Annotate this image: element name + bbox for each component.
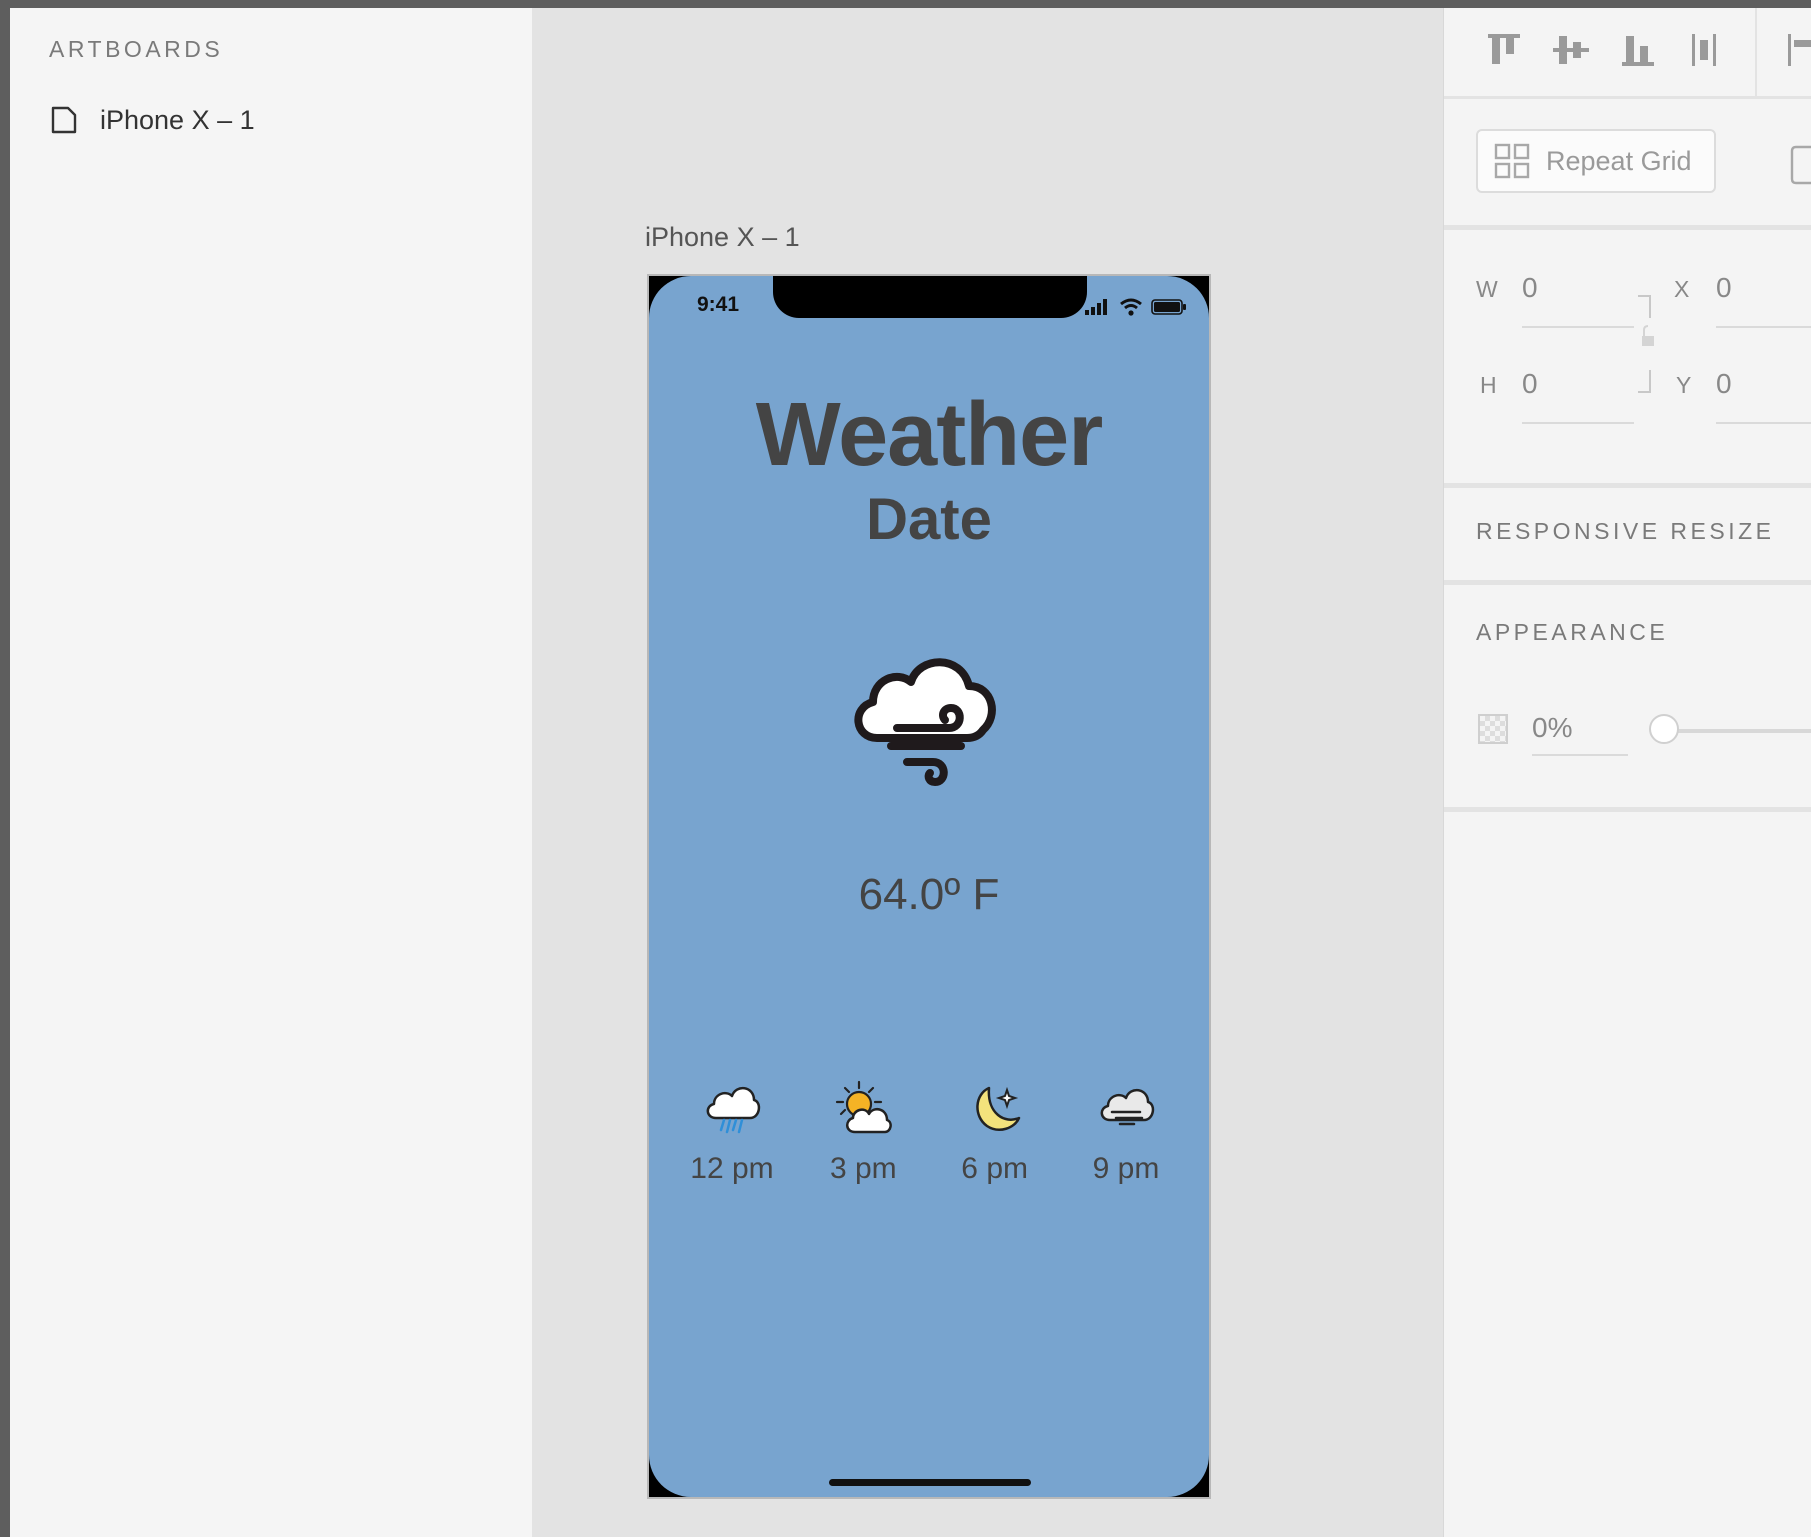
- app-window: ARTBOARDS iPhone X – 1 iPhone X – 1 9:41: [10, 8, 1811, 1537]
- hourly-time: 6 pm: [961, 1152, 1028, 1185]
- transform-section: W 0 H 0 X 0 Y 0: [1444, 230, 1811, 488]
- height-field[interactable]: 0: [1522, 368, 1538, 400]
- status-icons: [1085, 298, 1187, 316]
- signal-icon: [1085, 299, 1107, 315]
- width-field[interactable]: 0: [1522, 272, 1538, 304]
- phone-notch: [773, 276, 1087, 318]
- property-inspector: Repeat Grid W 0 H 0 X 0 Y 0 RESPONSIVE R…: [1443, 8, 1811, 1537]
- hourly-time: 9 pm: [1092, 1152, 1160, 1185]
- battery-icon: [1151, 299, 1186, 315]
- repeat-grid-button[interactable]: Repeat Grid: [1476, 129, 1716, 193]
- align-left-icon[interactable]: [1784, 30, 1811, 70]
- hourly-item: 12 pm: [677, 1080, 787, 1186]
- align-toolbar: [1444, 8, 1811, 99]
- hourly-item: 9 pm: [1071, 1080, 1181, 1186]
- y-label: Y: [1676, 372, 1692, 398]
- toolbar-divider: [1755, 8, 1757, 96]
- rain-cloud-icon: [706, 1087, 761, 1134]
- responsive-resize-section[interactable]: RESPONSIVE RESIZE: [1444, 488, 1811, 585]
- moon-star-icon: [975, 1086, 1020, 1131]
- opacity-slider-track[interactable]: [1656, 729, 1811, 733]
- height-underline: [1522, 422, 1634, 424]
- partly-sunny-icon: [836, 1080, 893, 1134]
- layers-panel: ARTBOARDS iPhone X – 1: [10, 8, 532, 1537]
- lock-aspect-icon[interactable]: [1634, 294, 1656, 402]
- home-indicator: [829, 1479, 1031, 1486]
- document-icon: [51, 106, 77, 134]
- cloud-wind-icon: [854, 658, 996, 786]
- weather-date: Date: [866, 487, 992, 552]
- hourly-forecast: 12 pm 3 pm 6 pm 9 pm: [677, 1080, 1181, 1186]
- phone-screen: 9:41 Weather Date 64.0º F 12 pm 3 pm 6 p…: [649, 276, 1209, 1497]
- opacity-slider-knob[interactable]: [1649, 714, 1679, 744]
- opacity-icon: [1478, 714, 1508, 744]
- hourly-item: 3 pm: [808, 1080, 918, 1186]
- width-underline: [1522, 326, 1634, 328]
- width-label: W: [1476, 276, 1498, 302]
- artboard-iphone-x[interactable]: 9:41 Weather Date 64.0º F 12 pm 3 pm 6 p…: [647, 274, 1211, 1499]
- artboards-heading: ARTBOARDS: [49, 36, 224, 62]
- x-field[interactable]: 0: [1716, 272, 1732, 304]
- temperature: 64.0º F: [858, 870, 1000, 919]
- mask-icon[interactable]: [1790, 145, 1811, 185]
- artboard-list-item-label: iPhone X – 1: [100, 104, 255, 135]
- repeat-grid-label: Repeat Grid: [1546, 145, 1692, 176]
- grid-icon: [1494, 143, 1530, 179]
- opacity-underline: [1532, 754, 1628, 756]
- appearance-section: APPEARANCE: [1444, 585, 1811, 812]
- opacity-field[interactable]: 0%: [1532, 712, 1572, 744]
- align-top-icon[interactable]: [1484, 30, 1524, 70]
- appearance-heading: APPEARANCE: [1476, 619, 1669, 645]
- weather-title: Weather: [755, 385, 1103, 485]
- design-canvas[interactable]: iPhone X – 1 9:41 Weather Date 64.0º F 1…: [532, 8, 1443, 1537]
- x-underline: [1716, 326, 1811, 328]
- repeat-grid-section: Repeat Grid: [1444, 99, 1811, 230]
- y-underline: [1716, 422, 1811, 424]
- windy-cloud-icon: [1100, 1089, 1155, 1126]
- hourly-item: 6 pm: [940, 1080, 1050, 1186]
- distribute-horizontal-icon[interactable]: [1684, 30, 1724, 70]
- height-label: H: [1480, 372, 1497, 398]
- status-time: 9:41: [697, 293, 740, 316]
- artboard-title[interactable]: iPhone X – 1: [645, 222, 800, 253]
- align-bottom-icon[interactable]: [1618, 30, 1658, 70]
- x-label: X: [1674, 276, 1690, 302]
- responsive-resize-heading: RESPONSIVE RESIZE: [1476, 518, 1775, 544]
- hourly-time: 3 pm: [829, 1152, 897, 1185]
- y-field[interactable]: 0: [1716, 368, 1732, 400]
- hourly-time: 12 pm: [690, 1152, 774, 1185]
- artboard-list-item[interactable]: iPhone X – 1: [50, 98, 255, 142]
- wifi-icon: [1120, 298, 1142, 316]
- align-middle-icon[interactable]: [1551, 30, 1591, 70]
